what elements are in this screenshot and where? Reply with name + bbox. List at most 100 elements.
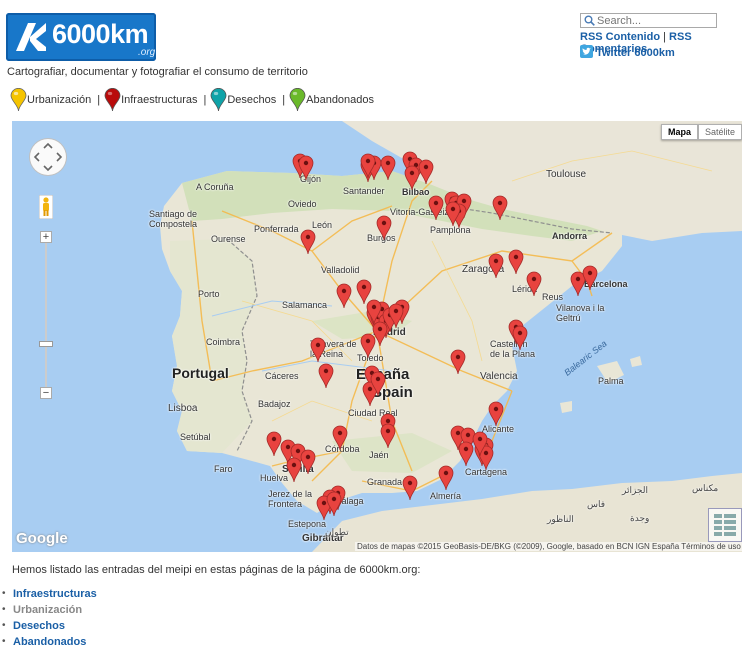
intro-text: Hemos listado las entradas del meipi en …: [12, 564, 421, 576]
rss-separator: |: [663, 31, 666, 43]
map-marker[interactable]: [526, 271, 542, 297]
map-marker[interactable]: [512, 325, 528, 351]
pan-arrows-icon: [33, 142, 63, 172]
map-marker[interactable]: [445, 201, 461, 227]
map-marker[interactable]: [428, 195, 444, 221]
zoom-slider-handle[interactable]: [39, 341, 53, 347]
green-pin-icon: [289, 88, 306, 112]
city-label: Lisboa: [168, 403, 198, 414]
city-label: Huelva: [260, 473, 289, 483]
city-label: Palma: [598, 376, 624, 386]
map-marker[interactable]: [582, 265, 598, 291]
map-credits: Datos de mapas ©2015 GeoBasis-DE/BKG (©2…: [355, 542, 742, 551]
search-input[interactable]: [597, 14, 715, 27]
city-label: Faro: [214, 464, 233, 474]
city-label: Granada: [367, 477, 403, 487]
legend-infraestructuras[interactable]: Infraestructuras: [104, 88, 197, 112]
site-logo[interactable]: 6000km .org: [6, 13, 156, 61]
map-marker[interactable]: [492, 195, 508, 221]
zoom-in-button[interactable]: +: [40, 231, 52, 243]
city-label-arabic: الناظور: [547, 514, 574, 524]
red-pin-icon: [104, 88, 121, 112]
map-marker[interactable]: [402, 475, 418, 501]
map-marker[interactable]: [318, 363, 334, 389]
legend-abandonados[interactable]: Abandonados: [289, 88, 374, 112]
logo-text: 6000km: [52, 19, 149, 49]
search-box[interactable]: [580, 13, 717, 28]
legend-separator: |: [97, 94, 101, 106]
legend-urbanizacion[interactable]: Urbanización: [10, 88, 91, 112]
map-marker[interactable]: [450, 349, 466, 375]
city-label: Setúbal: [180, 432, 211, 442]
map-marker[interactable]: [404, 165, 420, 191]
map-marker[interactable]: [360, 153, 376, 179]
google-logo[interactable]: Google: [16, 530, 68, 547]
zoom-out-button[interactable]: −: [40, 387, 52, 399]
teal-pin-icon: [210, 88, 227, 112]
map-marker[interactable]: [310, 337, 326, 363]
list-item: Infraestructuras: [2, 586, 97, 602]
map-type-map-button[interactable]: Mapa: [660, 124, 698, 140]
yellow-pin-icon: [10, 88, 27, 112]
map-marker[interactable]: [326, 491, 342, 517]
map-marker[interactable]: [360, 333, 376, 359]
map-marker[interactable]: [380, 155, 396, 181]
map-marker[interactable]: [366, 299, 382, 325]
legend-desechos[interactable]: Desechos: [210, 88, 276, 112]
city-label: Santiago de Compostela: [149, 209, 198, 229]
category-link-urbanizacion[interactable]: Urbanización: [13, 604, 82, 616]
map-marker[interactable]: [472, 431, 488, 457]
city-label: Vilanova i la Geltrú: [556, 303, 605, 323]
city-label: Badajoz: [258, 399, 291, 409]
map-canvas[interactable]: Portugal España Spain Balearic Sea Gibra…: [12, 121, 742, 552]
category-legend: Urbanización | Infraestructuras | Desech…: [10, 88, 376, 112]
city-label: Cáceres: [265, 371, 299, 381]
map-marker[interactable]: [438, 465, 454, 491]
city-label-arabic: تطوان: [325, 527, 349, 537]
pan-control[interactable]: [30, 139, 66, 175]
map-marker[interactable]: [298, 155, 314, 181]
map-marker[interactable]: [388, 303, 404, 329]
city-label-arabic: فاس: [587, 499, 606, 509]
legend-separator: |: [203, 94, 207, 106]
city-label: Almería: [430, 491, 462, 501]
list-item: Desechos: [2, 618, 97, 634]
map-marker[interactable]: [300, 229, 316, 255]
city-label: Jaén: [369, 450, 389, 460]
rss-contenido-link[interactable]: RSS Contenido: [580, 31, 660, 43]
map-marker[interactable]: [488, 401, 504, 427]
city-label: Oviedo: [288, 199, 317, 209]
map-marker[interactable]: [418, 159, 434, 185]
map-marker[interactable]: [332, 425, 348, 451]
category-link-abandonados[interactable]: Abandonados: [13, 636, 86, 648]
map-marker[interactable]: [488, 253, 504, 279]
logo-suffix: .org: [138, 47, 156, 58]
list-item: Abandonados: [2, 634, 97, 650]
city-label: Valladolid: [321, 265, 360, 275]
map-marker[interactable]: [380, 423, 396, 449]
map-marker[interactable]: [286, 457, 302, 483]
city-label-arabic: الجزائر: [622, 485, 648, 495]
label-andorra: Andorra: [552, 231, 588, 241]
legend-separator: |: [282, 94, 286, 106]
city-label: Coimbra: [206, 337, 241, 347]
logo-mark-icon: [16, 23, 46, 51]
street-view-pegman-icon[interactable]: [39, 195, 53, 219]
map-marker[interactable]: [508, 249, 524, 275]
map-marker[interactable]: [376, 215, 392, 241]
category-list: Infraestructuras Urbanización Desechos A…: [0, 586, 97, 650]
city-label: Ourense: [211, 234, 246, 244]
city-label-arabic: مكناس: [692, 483, 719, 493]
map-marker[interactable]: [370, 371, 386, 397]
map-marker[interactable]: [336, 283, 352, 309]
city-label: Toulouse: [546, 169, 587, 180]
map-type-satellite-button[interactable]: Satélite: [697, 124, 742, 140]
map-marker[interactable]: [300, 449, 316, 475]
legend-label: Urbanización: [27, 94, 92, 106]
twitter-link[interactable]: Twitter 6000km: [596, 47, 675, 59]
category-link-infraestructuras[interactable]: Infraestructuras: [13, 588, 97, 600]
search-icon: [584, 15, 595, 26]
zoom-track[interactable]: [45, 234, 47, 399]
grid-layer-icon[interactable]: [708, 508, 742, 542]
category-link-desechos[interactable]: Desechos: [13, 620, 65, 632]
